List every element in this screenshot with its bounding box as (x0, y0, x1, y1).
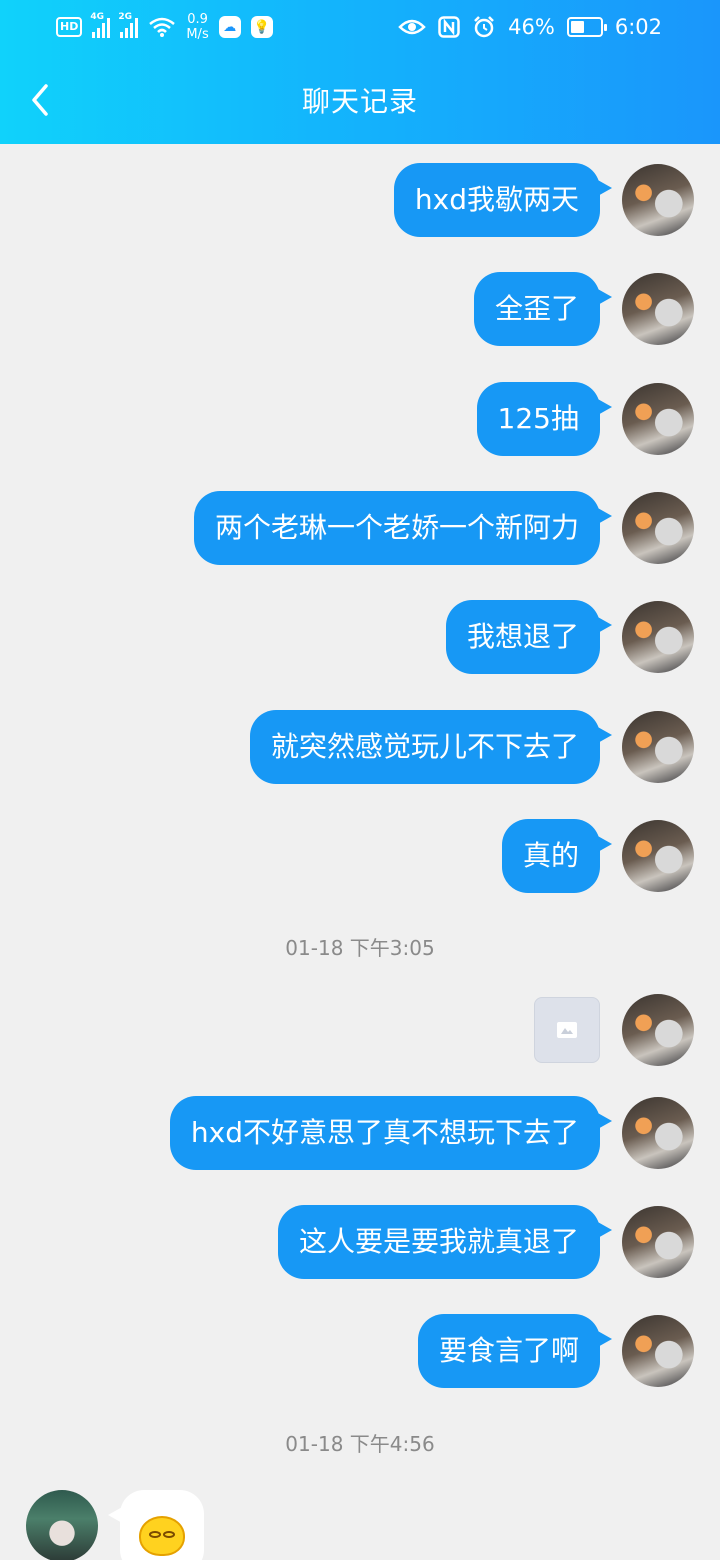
weather-app-icon: ☁ (218, 16, 241, 38)
timestamp: 01-18 下午4:56 (285, 1432, 435, 1456)
avatar[interactable] (622, 711, 694, 783)
avatar[interactable] (622, 164, 694, 236)
eye-icon (398, 19, 426, 35)
message-bubble[interactable]: 我想退了 (445, 600, 613, 674)
clock: 6:02 (614, 15, 662, 39)
message-bubble[interactable]: 要食言了啊 (417, 1314, 613, 1388)
avatar[interactable] (622, 820, 694, 892)
avatar[interactable] (622, 1315, 694, 1387)
incoming-message-row (26, 1490, 204, 1560)
alarm-icon (474, 16, 495, 38)
message-row: 真的 (501, 819, 694, 893)
avatar[interactable] (622, 492, 694, 564)
wifi-icon (149, 17, 176, 37)
image-message[interactable] (534, 997, 600, 1063)
avatar[interactable] (622, 994, 694, 1066)
avatar[interactable] (622, 601, 694, 673)
avatar[interactable] (622, 1206, 694, 1278)
message-row: 全歪了 (473, 272, 694, 346)
message-row: 两个老琳一个老娇一个新阿力 (193, 491, 694, 565)
avatar[interactable] (622, 383, 694, 455)
network-speed: 0.9 M/s (186, 12, 209, 42)
message-row: 125抽 (476, 382, 694, 456)
signal-icon-2: 2G (118, 12, 139, 38)
avatar[interactable] (622, 1097, 694, 1169)
signal-icon: 4G (90, 12, 111, 38)
message-row: hxd不好意思了真不想玩下去了 (169, 1096, 694, 1170)
battery-icon (566, 17, 607, 37)
navbar: 聊天记录 (0, 56, 720, 144)
avatar[interactable] (622, 273, 694, 345)
message-bubble[interactable]: 就突然感觉玩儿不下去了 (249, 710, 613, 784)
message-bubble[interactable]: hxd不好意思了真不想玩下去了 (169, 1096, 613, 1170)
page-title: 聊天记录 (301, 85, 418, 118)
message-bubble[interactable]: 真的 (501, 819, 613, 893)
message-bubble[interactable]: hxd我歇两天 (393, 163, 613, 237)
message-bubble[interactable]: 全歪了 (473, 272, 613, 346)
nfc-icon (438, 16, 460, 38)
sticker-message[interactable] (108, 1490, 204, 1560)
message-bubble[interactable]: 两个老琳一个老娇一个新阿力 (193, 491, 613, 565)
message-bubble[interactable]: 125抽 (476, 382, 613, 456)
message-row: 这人要是要我就真退了 (277, 1205, 694, 1279)
hd-badge: HD (56, 17, 83, 37)
timestamp: 01-18 下午3:05 (285, 936, 435, 960)
message-row (534, 994, 694, 1066)
lightbulb-app-icon: 💡 (250, 16, 273, 38)
message-row: 就突然感觉玩儿不下去了 (249, 710, 694, 784)
message-row: 要食言了啊 (417, 1314, 694, 1388)
broken-image-icon (557, 1022, 577, 1038)
message-row: 我想退了 (445, 600, 694, 674)
avatar[interactable] (26, 1490, 98, 1560)
emoji-sticker-icon (139, 1516, 185, 1556)
message-row: hxd我歇两天 (393, 163, 694, 237)
message-bubble[interactable]: 这人要是要我就真退了 (277, 1205, 613, 1279)
status-bar: HD 4G 2G 0.9 M/s ☁ 💡 46% 6:02 (0, 0, 720, 56)
header: HD 4G 2G 0.9 M/s ☁ 💡 46% 6:02 聊天记录 (0, 0, 720, 144)
battery-percent: 46% (508, 15, 555, 39)
